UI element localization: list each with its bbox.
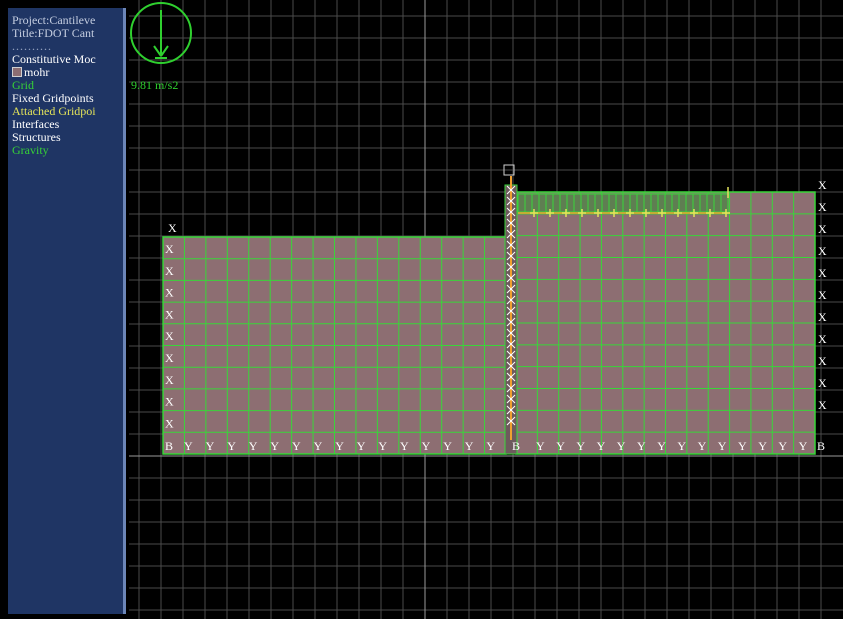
fixity-y-label: Y xyxy=(677,439,686,453)
fixity-x-label: X xyxy=(818,222,827,236)
fixity-b-label: B xyxy=(512,439,520,453)
legend-item-gravity: Gravity xyxy=(12,143,49,157)
fixity-x-label: X xyxy=(818,398,827,412)
fixity-y-label: Y xyxy=(556,439,565,453)
fixity-x-label: X xyxy=(165,416,174,430)
fixity-y-label: Y xyxy=(799,439,808,453)
fixity-x-label: X xyxy=(818,310,827,324)
fixity-x-label: X xyxy=(818,288,827,302)
fixity-y-label: Y xyxy=(758,439,767,453)
fixity-y-label: Y xyxy=(206,439,215,453)
gravity-arrow-head-left xyxy=(153,45,162,57)
fixity-y-label: Y xyxy=(637,439,646,453)
fixity-x-label: X xyxy=(165,242,174,256)
fixity-x-label: X xyxy=(818,200,827,214)
fixity-y-label: Y xyxy=(400,439,409,453)
soil-mesh xyxy=(162,191,816,455)
cantilever-wall xyxy=(503,164,518,455)
fixity-x-label: X xyxy=(818,354,827,368)
fixity-y-label: Y xyxy=(249,439,258,453)
fixity-x-label: X xyxy=(165,307,174,321)
gravity-value-label: 9.81 m/s2 xyxy=(131,78,178,92)
legend-panel: Project:Cantileve Title:FDOT Cant ......… xyxy=(8,8,126,614)
fixity-x-label: X xyxy=(165,373,174,387)
fixity-x-label: X xyxy=(168,221,177,235)
fixity-x-label: X xyxy=(818,266,827,280)
legend-mohr-label: mohr xyxy=(24,65,50,79)
fixity-y-label: Y xyxy=(718,439,727,453)
fixity-x-label: X xyxy=(818,376,827,390)
fixity-x-label: X xyxy=(818,178,827,192)
fixity-y-label: Y xyxy=(292,439,301,453)
fixity-y-label: Y xyxy=(422,439,431,453)
fixity-x-label: X xyxy=(165,264,174,278)
fixity-y-label: Y xyxy=(738,439,747,453)
mohr-swatch-icon xyxy=(12,67,22,77)
fixity-y-label: Y xyxy=(314,439,323,453)
fixity-y-label: Y xyxy=(597,439,606,453)
fixity-y-label: Y xyxy=(617,439,626,453)
fixity-y-label: Y xyxy=(378,439,387,453)
fixity-y-label: Y xyxy=(270,439,279,453)
fixity-y-label: Y xyxy=(778,439,787,453)
fixity-y-label: Y xyxy=(486,439,495,453)
gravity-arrow-head-right xyxy=(160,45,169,57)
fixity-b-label: B xyxy=(165,439,173,453)
fixity-y-label: Y xyxy=(184,439,193,453)
fixity-y-label: Y xyxy=(227,439,236,453)
fixity-y-label: Y xyxy=(698,439,707,453)
fixity-x-label: X xyxy=(818,244,827,258)
fixity-y-label: Y xyxy=(657,439,666,453)
fixity-y-label: Y xyxy=(443,439,452,453)
fixity-b-label: B xyxy=(817,439,825,453)
fixity-x-label: X xyxy=(165,395,174,409)
fixity-y-label: Y xyxy=(536,439,545,453)
model-view: Project:Cantileve Title:FDOT Cant ......… xyxy=(0,0,843,619)
model-canvas: XXXXXXXXXXXXXXXXXXXXXB B BY Y Y Y Y Y Y Y Y Y Y Y Y Y Y Y… xyxy=(129,0,843,619)
fixity-y-label: Y xyxy=(335,439,344,453)
fixity-y-label: Y xyxy=(465,439,474,453)
fixity-x-label: X xyxy=(165,351,174,365)
fixity-y-label: Y xyxy=(357,439,366,453)
fixity-x-label: X xyxy=(165,329,174,343)
fixity-y-label: Y xyxy=(576,439,585,453)
fixity-x-label: X xyxy=(165,286,174,300)
fixity-x-label: X xyxy=(818,332,827,346)
